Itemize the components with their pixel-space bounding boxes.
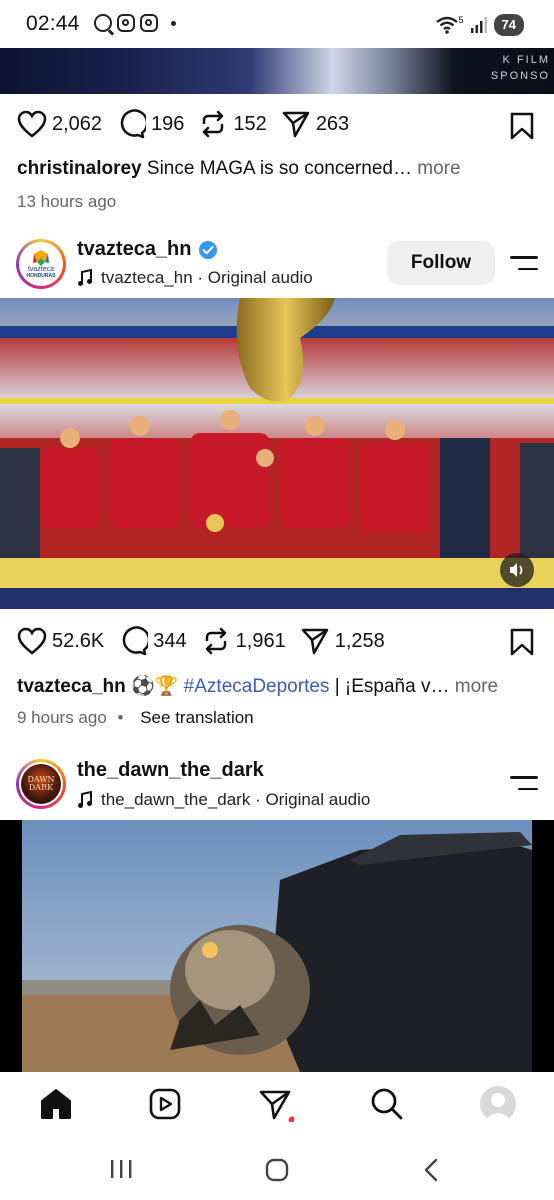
status-right: 5 74 [435, 14, 524, 36]
comment-count: 344 [153, 629, 187, 652]
home-system-icon[interactable] [264, 1157, 290, 1183]
instagram-notif-icon [117, 14, 135, 32]
post2-caption: tvazteca_hn ⚽🏆 #AztecaDeportes | ¡España… [17, 674, 498, 698]
reels-icon[interactable] [147, 1086, 183, 1122]
wifi-icon [435, 16, 458, 34]
more-link[interactable]: more [417, 158, 460, 179]
post2-username[interactable]: tvazteca_hn [77, 238, 192, 261]
bookmark-icon[interactable] [509, 628, 535, 656]
post3-username[interactable]: the_dawn_the_dark [77, 759, 264, 782]
comment-icon [123, 626, 149, 656]
comment-icon [120, 109, 147, 139]
repost-icon [205, 627, 226, 655]
instagram-notif-icon-2 [140, 14, 158, 32]
heart-icon [17, 110, 47, 138]
comment-button[interactable]: 196 [116, 109, 184, 139]
share-button[interactable]: 1,258 [300, 626, 385, 656]
post2-video[interactable] [0, 298, 554, 609]
music-note-icon [78, 791, 92, 808]
share-count: 1,258 [334, 629, 385, 652]
post3-video[interactable] [0, 820, 554, 1072]
post2-meta: 9 hours ago • See translation [17, 708, 254, 728]
share-count: 263 [315, 112, 350, 135]
comment-count: 196 [151, 112, 185, 135]
like-count: 2,062 [52, 112, 103, 135]
post3-audio[interactable]: the_dawn_the_dark · Original audio [77, 790, 370, 810]
caption-text: | ¡España v… [334, 676, 450, 697]
post3-menu-icon[interactable] [510, 776, 538, 791]
repost-count: 1,961 [235, 629, 286, 652]
status-time: 02:44 [26, 12, 80, 35]
repost-count: 152 [233, 112, 267, 135]
explosion-scene-image [0, 820, 554, 1072]
audio-label: the_dawn_the_dark · Original audio [101, 790, 371, 809]
back-icon[interactable] [420, 1157, 444, 1183]
celebration-scene-image [0, 298, 554, 609]
caption-hashtag[interactable]: #AztecaDeportes [184, 676, 330, 697]
signal-icon [470, 17, 487, 33]
battery-indicator: 74 [493, 14, 524, 36]
q-app-icon [94, 14, 112, 32]
post2-timestamp: 9 hours ago [17, 708, 107, 727]
post2-menu-icon[interactable] [510, 256, 538, 271]
battery-level: 74 [501, 17, 516, 32]
avatar-placeholder-icon [484, 1093, 512, 1122]
share-icon [282, 111, 310, 138]
audio-label: tvazteca_hn · Original audio [101, 268, 313, 287]
heart-icon [17, 627, 47, 655]
media-text: K FILM SPONSO [490, 54, 550, 82]
wifi-label: 5 [458, 15, 464, 25]
like-count: 52.6K [52, 629, 105, 652]
post3-avatar[interactable]: DAWN DARK [16, 759, 66, 809]
post1-caption: christinalorey Since MAGA is so concerne… [17, 158, 461, 180]
profile-icon[interactable] [480, 1086, 516, 1122]
bottom-nav [0, 1072, 554, 1138]
search-icon[interactable] [369, 1086, 405, 1122]
previous-post-media[interactable]: K FILM SPONSO [0, 48, 554, 94]
repost-button[interactable]: 1,961 [201, 626, 286, 656]
more-notifications-dot [171, 20, 176, 26]
follow-button[interactable]: Follow [387, 241, 495, 285]
music-note-icon [78, 269, 92, 286]
caption-username[interactable]: tvazteca_hn [17, 676, 126, 697]
recent-apps-icon[interactable] [108, 1158, 134, 1180]
notification-dot [288, 1116, 294, 1122]
like-button[interactable]: 52.6K [17, 627, 104, 655]
status-notification-icons [94, 14, 176, 32]
post2-avatar[interactable]: tvazteca HONDURAS [16, 239, 66, 289]
meta-separator: • [117, 708, 124, 727]
post1-action-bar: 2,062 196 152 263 [17, 109, 363, 139]
bookmark-icon[interactable] [509, 112, 535, 140]
post2-username-row: tvazteca_hn [77, 238, 218, 261]
status-bar: 02:44 5 74 [0, 0, 554, 50]
activity-icon[interactable] [258, 1086, 294, 1122]
verified-badge-icon [198, 240, 217, 259]
caption-text: Since MAGA is so concerned… [146, 158, 412, 179]
mute-button[interactable] [500, 553, 534, 587]
share-button[interactable]: 263 [281, 109, 349, 139]
more-link[interactable]: more [455, 676, 498, 697]
system-nav-bar [0, 1138, 554, 1200]
post2-audio[interactable]: tvazteca_hn · Original audio [77, 268, 313, 288]
see-translation-link[interactable]: See translation [140, 708, 253, 727]
repost-icon [203, 110, 224, 138]
comment-button[interactable]: 344 [118, 626, 187, 656]
caption-emoji: ⚽🏆 [131, 676, 179, 697]
caption-username[interactable]: christinalorey [17, 158, 142, 179]
share-icon [301, 628, 328, 655]
like-button[interactable]: 2,062 [17, 110, 102, 138]
post2-action-bar: 52.6K 344 1,961 1,258 [17, 626, 399, 656]
speaker-icon [510, 563, 523, 577]
home-icon[interactable] [38, 1086, 74, 1122]
repost-button[interactable]: 152 [198, 109, 267, 139]
post1-timestamp: 13 hours ago [17, 192, 117, 211]
